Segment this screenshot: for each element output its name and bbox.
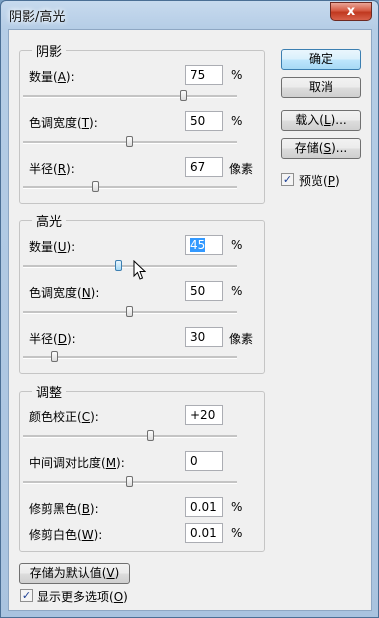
color-correction-label: 颜色校正(C): xyxy=(29,410,99,424)
preview-label[interactable]: 预览(P) xyxy=(299,172,340,189)
preview-checkbox[interactable]: ✓ xyxy=(281,173,294,186)
slider-thumb[interactable] xyxy=(179,90,187,101)
black-clip-field[interactable]: 0.01 xyxy=(185,497,223,517)
dialog-window: 阴影/高光 x 阴影 数量(A): 75 % 色调宽度(T): 50 % 半径(… xyxy=(0,0,379,618)
checkmark-icon: ✓ xyxy=(282,173,293,186)
highlights-radius-slider[interactable] xyxy=(23,351,237,362)
slider-thumb[interactable] xyxy=(91,181,99,192)
more-options-label[interactable]: 显示更多选项(O) xyxy=(37,588,128,605)
midtone-contrast-slider[interactable] xyxy=(23,476,237,487)
black-clip-label: 修剪黑色(B): xyxy=(29,502,99,516)
white-clip-field[interactable]: 0.01 xyxy=(185,523,223,543)
shadows-amount-field[interactable]: 75 xyxy=(185,65,223,85)
close-button[interactable]: x xyxy=(330,2,372,21)
midtone-contrast-field[interactable]: 0 xyxy=(185,451,223,471)
highlights-legend: 高光 xyxy=(36,215,63,230)
shadows-radius-label: 半径(R): xyxy=(29,162,75,176)
ok-button[interactable]: 确定 xyxy=(281,49,361,70)
slider-thumb[interactable] xyxy=(51,351,59,362)
shadows-legend: 阴影 xyxy=(36,45,63,60)
color-correction-field[interactable]: +20 xyxy=(185,405,223,425)
shadows-tonal-width-field[interactable]: 50 xyxy=(185,111,223,131)
adjustments-legend: 调整 xyxy=(36,386,63,401)
highlights-amount-label: 数量(U): xyxy=(29,240,76,254)
white-clip-label: 修剪白色(W): xyxy=(29,528,103,542)
midtone-contrast-label: 中间调对比度(M): xyxy=(29,456,125,470)
arrow-cursor-icon xyxy=(133,260,146,280)
slider-thumb[interactable] xyxy=(126,136,133,147)
shadows-tonal-width-label: 色调宽度(T): xyxy=(29,116,98,130)
dialog-body: 阴影 数量(A): 75 % 色调宽度(T): 50 % 半径(R): 67 像… xyxy=(8,29,372,611)
color-correction-slider[interactable] xyxy=(23,430,237,441)
shadows-radius-field[interactable]: 67 xyxy=(185,157,223,177)
save-defaults-button[interactable]: 存储为默认值(V) xyxy=(19,563,130,584)
slider-thumb[interactable] xyxy=(126,476,133,487)
highlights-radius-unit: 像素 xyxy=(229,332,254,346)
highlights-amount-unit: % xyxy=(231,238,243,252)
highlights-tonal-width-label: 色调宽度(N): xyxy=(29,286,100,300)
shadows-amount-slider[interactable] xyxy=(23,90,237,101)
slider-thumb[interactable] xyxy=(115,260,123,271)
shadows-radius-slider[interactable] xyxy=(23,181,237,192)
highlights-tonal-width-field[interactable]: 50 xyxy=(185,281,223,301)
cancel-button[interactable]: 取消 xyxy=(281,77,361,98)
checkmark-icon: ✓ xyxy=(21,589,32,602)
highlights-amount-slider[interactable] xyxy=(23,260,237,271)
shadows-tonal-width-unit: % xyxy=(231,114,243,128)
shadows-radius-unit: 像素 xyxy=(229,162,254,176)
slider-thumb[interactable] xyxy=(126,306,133,317)
black-clip-unit: % xyxy=(231,500,243,514)
save-button[interactable]: 存储(S)... xyxy=(281,138,361,159)
shadows-amount-unit: % xyxy=(231,68,243,82)
window-title: 阴影/高光 xyxy=(9,10,66,25)
shadows-tonal-width-slider[interactable] xyxy=(23,136,237,147)
highlights-amount-field[interactable]: 45 xyxy=(185,235,223,255)
load-button[interactable]: 载入(L)... xyxy=(281,110,361,131)
highlights-tonal-width-unit: % xyxy=(231,284,243,298)
close-icon: x xyxy=(346,4,356,19)
more-options-checkbox[interactable]: ✓ xyxy=(20,589,33,602)
slider-thumb[interactable] xyxy=(147,430,155,441)
title-bar[interactable]: 阴影/高光 x xyxy=(1,1,378,29)
shadows-amount-label: 数量(A): xyxy=(29,70,75,84)
highlights-tonal-width-slider[interactable] xyxy=(23,306,237,317)
highlights-radius-label: 半径(D): xyxy=(29,332,76,346)
highlights-radius-field[interactable]: 30 xyxy=(185,327,223,347)
white-clip-unit: % xyxy=(231,526,243,540)
